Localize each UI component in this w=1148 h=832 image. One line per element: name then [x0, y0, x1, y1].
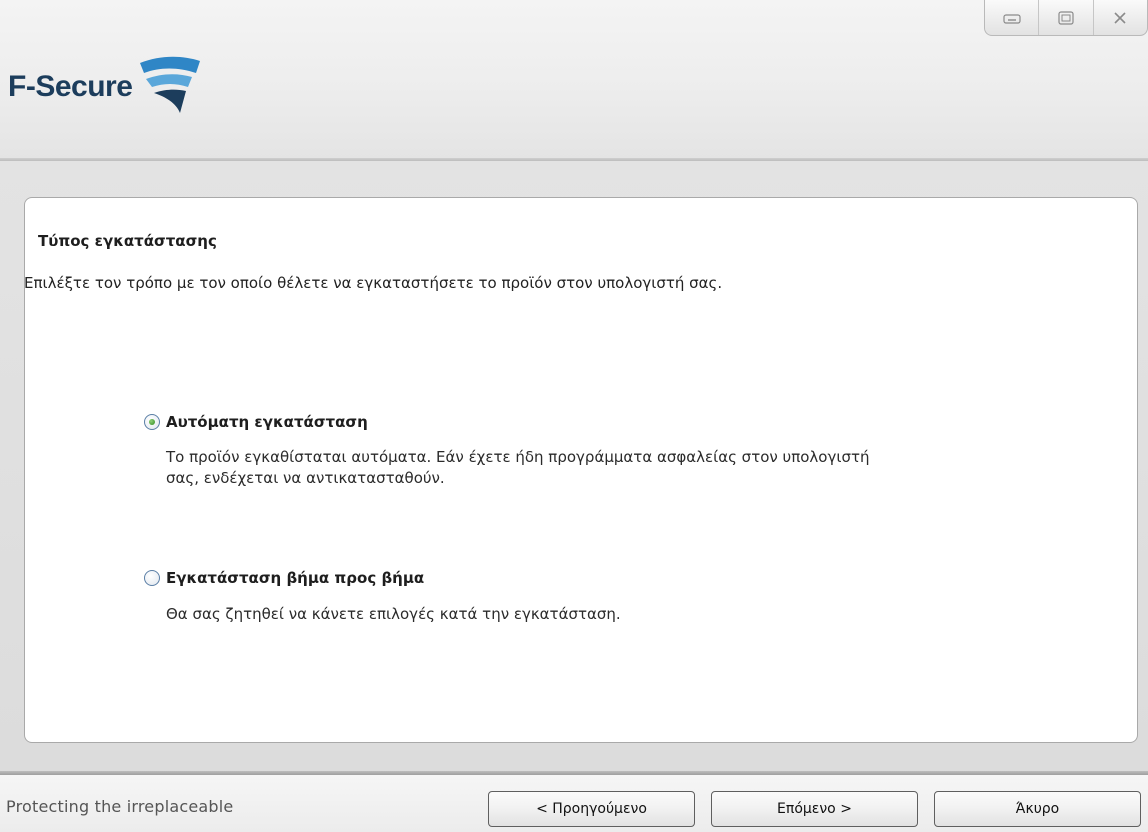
option-step-by-step-install[interactable]: Εγκατάσταση βήμα προς βήμα	[144, 569, 424, 587]
option-automatic-install[interactable]: Αυτόματη εγκατάσταση	[144, 413, 368, 431]
header: F-Secure	[0, 0, 1148, 160]
f-secure-logo: F-Secure	[8, 52, 202, 122]
logo-text: F-Secure	[8, 70, 133, 103]
minimize-button[interactable]	[985, 0, 1040, 35]
next-button[interactable]: Επόμενο >	[711, 791, 918, 827]
cancel-button[interactable]: Άκυρο	[934, 791, 1141, 827]
page-description: Επιλέξτε τον τρόπο με τον οποίο θέλετε ν…	[24, 274, 723, 292]
option-automatic-desc-line2: σας, ενδέχεται να αντικατασταθούν.	[166, 469, 445, 487]
option-automatic-label: Αυτόματη εγκατάσταση	[166, 413, 368, 431]
logo-swoosh-icon	[140, 56, 201, 113]
radio-step-by-step-install[interactable]	[144, 570, 160, 586]
option-step-by-step-desc-line1: Θα σας ζητηθεί να κάνετε επιλογές κατά τ…	[166, 605, 621, 623]
back-button[interactable]: < Προηγούμενο	[488, 791, 695, 827]
page-title: Τύπος εγκατάστασης	[38, 232, 217, 250]
radio-selected-dot	[149, 419, 155, 425]
maximize-icon	[1058, 10, 1074, 25]
option-automatic-desc-line1: Το προϊόν εγκαθίσταται αυτόματα. Εάν έχε…	[166, 448, 870, 466]
option-step-by-step-description: Θα σας ζητηθεί να κάνετε επιλογές κατά τ…	[166, 604, 621, 625]
tagline: Protecting the irreplaceable	[6, 797, 234, 816]
radio-automatic-install[interactable]	[144, 414, 160, 430]
option-automatic-description: Το προϊόν εγκαθίσταται αυτόματα. Εάν έχε…	[166, 447, 869, 489]
close-icon	[1114, 11, 1126, 24]
minimize-icon	[1003, 13, 1021, 24]
maximize-button[interactable]	[1039, 0, 1094, 35]
window-controls	[984, 0, 1148, 36]
close-button[interactable]	[1094, 0, 1147, 35]
installer-window: F-Secure Τύπος εγκατάστασης Επιλέξτε τον…	[0, 0, 1148, 832]
option-step-by-step-label: Εγκατάσταση βήμα προς βήμα	[166, 569, 425, 587]
